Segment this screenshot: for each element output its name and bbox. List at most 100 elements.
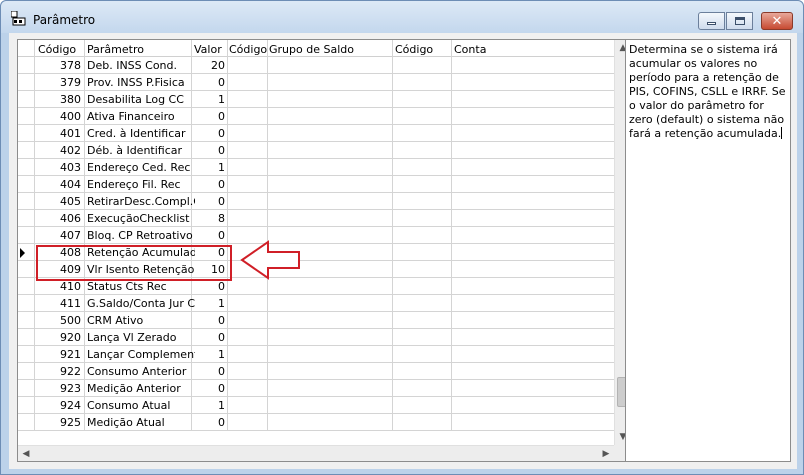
table-row[interactable]: 402 Déb. à Identificar 0	[18, 142, 614, 159]
parameter-grid[interactable]: Código Parâmetro Valor Código Grupo de S…	[17, 39, 630, 462]
cell-codigo[interactable]: 410	[34, 280, 81, 293]
minimize-icon	[707, 22, 716, 25]
cell-parametro[interactable]: Medição Anterior	[87, 382, 195, 395]
cell-parametro[interactable]: Lança Vl Zerado	[87, 331, 195, 344]
cell-codigo[interactable]: 401	[34, 127, 81, 140]
cell-codigo[interactable]: 920	[34, 331, 81, 344]
cell-parametro[interactable]: Bloq. CP Retroativo	[87, 229, 195, 242]
cell-parametro[interactable]: Ativa Financeiro	[87, 110, 195, 123]
cell-valor[interactable]: 1	[192, 348, 225, 361]
annotation-arrow	[240, 240, 300, 280]
cell-codigo[interactable]: 406	[34, 212, 81, 225]
table-row[interactable]: 379 Prov. INSS P.Fisica 0	[18, 74, 614, 91]
annotation-highlight-box	[36, 245, 232, 281]
title-bar[interactable]: Parâmetro ✕	[1, 1, 803, 33]
maximize-button[interactable]	[726, 12, 753, 30]
description-memo[interactable]: Determina se o sistema irá acumular os v…	[625, 39, 791, 462]
cell-valor[interactable]: 0	[192, 365, 225, 378]
table-row[interactable]: 923 Medição Anterior 0	[18, 380, 614, 397]
cell-valor[interactable]: 0	[192, 127, 225, 140]
scroll-left-button[interactable]: ◀	[18, 446, 34, 462]
cell-codigo[interactable]: 923	[34, 382, 81, 395]
table-row[interactable]: 404 Endereço Fil. Rec 0	[18, 176, 614, 193]
cell-parametro[interactable]: G.Saldo/Conta Jur C	[87, 297, 195, 310]
scroll-right-button[interactable]: ▶	[598, 446, 614, 462]
table-row[interactable]: 920 Lança Vl Zerado 0	[18, 329, 614, 346]
cell-valor[interactable]: 0	[192, 144, 225, 157]
table-row[interactable]: 378 Deb. INSS Cond. 20	[18, 57, 614, 74]
cell-valor[interactable]: 20	[192, 59, 225, 72]
cell-codigo[interactable]: 378	[34, 59, 81, 72]
close-button[interactable]: ✕	[761, 12, 793, 30]
cell-codigo[interactable]: 925	[34, 416, 81, 429]
cell-valor[interactable]: 0	[192, 229, 225, 242]
cell-codigo[interactable]: 404	[34, 178, 81, 191]
table-row[interactable]: 411 G.Saldo/Conta Jur C1	[18, 295, 614, 312]
cell-valor[interactable]: 8	[192, 212, 225, 225]
cell-codigo[interactable]: 922	[34, 365, 81, 378]
row-pointer-icon	[20, 248, 25, 258]
cell-codigo[interactable]: 379	[34, 76, 81, 89]
cell-valor[interactable]: 0	[192, 76, 225, 89]
cell-codigo[interactable]: 500	[34, 314, 81, 327]
table-row[interactable]: 500 CRM Ativo 0	[18, 312, 614, 329]
cell-codigo[interactable]: 411	[34, 297, 81, 310]
cell-codigo[interactable]: 921	[34, 348, 81, 361]
cell-codigo[interactable]: 924	[34, 399, 81, 412]
cell-codigo[interactable]: 407	[34, 229, 81, 242]
cell-valor[interactable]: 1	[192, 93, 225, 106]
cell-parametro[interactable]: Deb. INSS Cond.	[87, 59, 195, 72]
table-row[interactable]: 407 Bloq. CP Retroativo 0	[18, 227, 614, 244]
table-row[interactable]: 403 Endereço Ced. Rec 1	[18, 159, 614, 176]
table-row[interactable]: 924 Consumo Atual 1	[18, 397, 614, 414]
cell-parametro[interactable]: Status Cts Rec	[87, 280, 195, 293]
cell-parametro[interactable]: Endereço Fil. Rec	[87, 178, 195, 191]
cell-parametro[interactable]: ExecuçãoChecklist	[87, 212, 195, 225]
table-row[interactable]: 925 Medição Atual 0	[18, 414, 614, 431]
cell-valor[interactable]: 0	[192, 178, 225, 191]
cell-valor[interactable]: 0	[192, 195, 225, 208]
cell-parametro[interactable]: CRM Ativo	[87, 314, 195, 327]
cell-parametro[interactable]: Lançar Complemento	[87, 348, 195, 361]
cell-parametro[interactable]: Prov. INSS P.Fisica	[87, 76, 195, 89]
cell-parametro[interactable]: RetirarDesc.Compl.CP	[87, 195, 195, 208]
header-valor[interactable]: Valor	[194, 43, 222, 56]
cell-parametro[interactable]: Consumo Atual	[87, 399, 195, 412]
cell-parametro[interactable]: Endereço Ced. Rec	[87, 161, 195, 174]
cell-valor[interactable]: 0	[192, 331, 225, 344]
cell-parametro[interactable]: Desabilita Log CC	[87, 93, 195, 106]
cell-parametro[interactable]: Consumo Anterior	[87, 365, 195, 378]
header-codigo-grupo[interactable]: Código	[229, 43, 267, 56]
table-row[interactable]: 380 Desabilita Log CC 1	[18, 91, 614, 108]
cell-valor[interactable]: 1	[192, 399, 225, 412]
cell-codigo[interactable]: 402	[34, 144, 81, 157]
cell-valor[interactable]: 1	[192, 297, 225, 310]
header-codigo[interactable]: Código	[38, 43, 76, 56]
cell-parametro[interactable]: Déb. à Identificar	[87, 144, 195, 157]
cell-codigo[interactable]: 380	[34, 93, 81, 106]
cell-codigo[interactable]: 403	[34, 161, 81, 174]
header-grupo-de-saldo[interactable]: Grupo de Saldo	[269, 43, 354, 56]
cell-valor[interactable]: 1	[192, 161, 225, 174]
table-row[interactable]: 401 Cred. à Identificar 0	[18, 125, 614, 142]
minimize-button[interactable]	[698, 12, 725, 30]
table-row[interactable]: 400 Ativa Financeiro 0	[18, 108, 614, 125]
horizontal-scrollbar[interactable]: ◀ ▶	[18, 445, 614, 461]
cell-parametro[interactable]: Medição Atual	[87, 416, 195, 429]
cell-valor[interactable]: 0	[192, 382, 225, 395]
table-row[interactable]: 922 Consumo Anterior 0	[18, 363, 614, 380]
cell-codigo[interactable]: 405	[34, 195, 81, 208]
header-conta[interactable]: Conta	[454, 43, 486, 56]
description-text: Determina se o sistema irá acumular os v…	[629, 43, 786, 140]
header-parametro[interactable]: Parâmetro	[87, 43, 144, 56]
cell-valor[interactable]: 0	[192, 314, 225, 327]
table-row[interactable]: 406 ExecuçãoChecklist 8	[18, 210, 614, 227]
cell-valor[interactable]: 0	[192, 416, 225, 429]
cell-parametro[interactable]: Cred. à Identificar	[87, 127, 195, 140]
table-row[interactable]: 405 RetirarDesc.Compl.CP0	[18, 193, 614, 210]
cell-valor[interactable]: 0	[192, 280, 225, 293]
table-row[interactable]: 921 Lançar Complemento 1	[18, 346, 614, 363]
header-codigo-conta[interactable]: Código	[395, 43, 433, 56]
cell-codigo[interactable]: 400	[34, 110, 81, 123]
cell-valor[interactable]: 0	[192, 110, 225, 123]
